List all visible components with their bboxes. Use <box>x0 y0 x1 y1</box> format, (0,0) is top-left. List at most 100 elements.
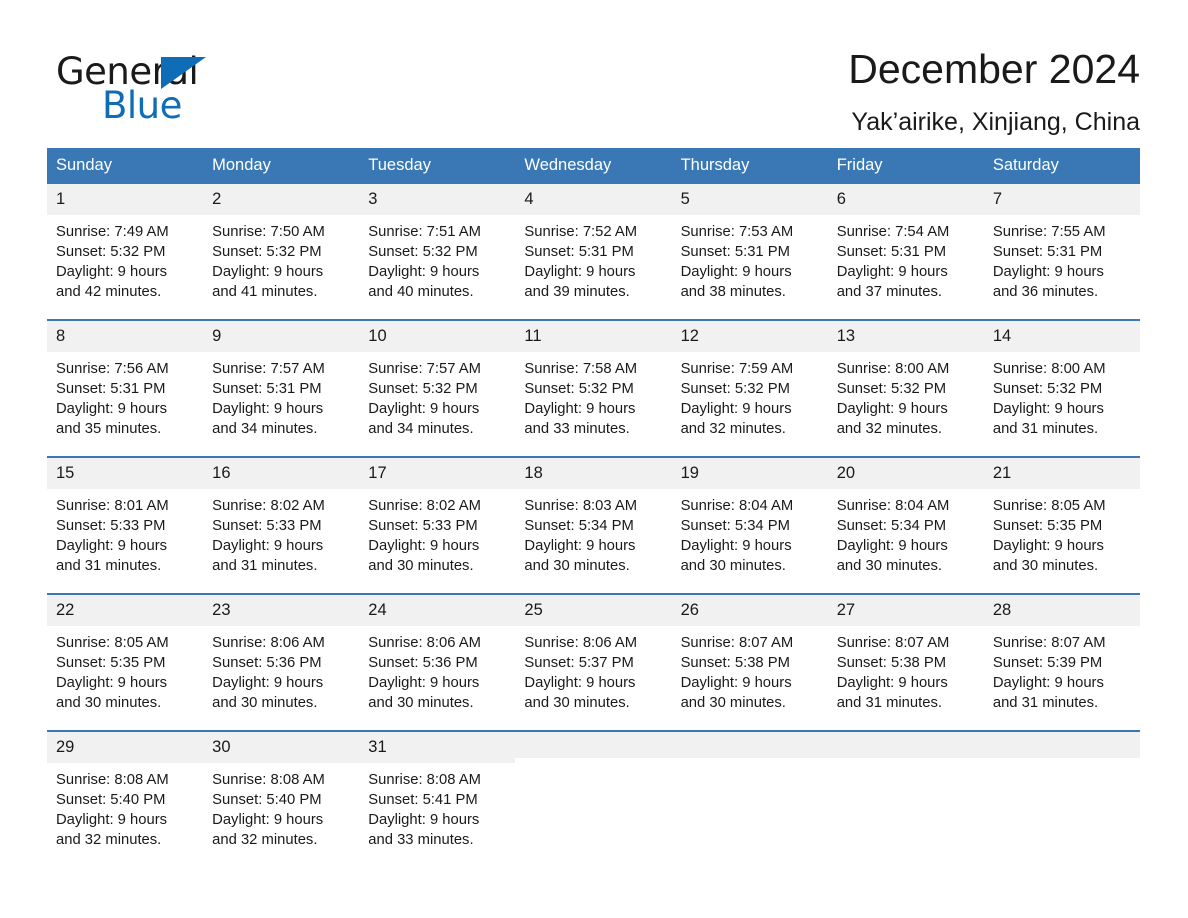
calendar-body: 1 Sunrise: 7:49 AM Sunset: 5:32 PM Daylight… <box>47 184 1140 850</box>
week-spacer-cell <box>983 713 1140 731</box>
sunrise-time: Sunrise: 7:56 AM <box>56 361 169 377</box>
calendar-page: General Blue December 2024 Yak’airike, X… <box>0 0 1188 918</box>
sunrise-time: Sunrise: 7:49 AM <box>56 224 169 240</box>
sunset-time: Sunset: 5:32 PM <box>836 381 947 397</box>
day-details: Sunrise: 8:07 AM Sunset: 5:38 PM Daylight:… <box>828 626 984 713</box>
week-spacer-cell <box>827 302 984 320</box>
calendar-day-cell[interactable]: 10 Sunrise: 7:57 AM Sunset: 5:32 PM Dayligh… <box>359 319 516 439</box>
sunrise-time: Sunrise: 8:03 AM <box>524 498 638 514</box>
daylight-duration-line1: Daylight: 9 hours <box>680 675 792 691</box>
daylight-duration-line2: and 38 minutes. <box>680 284 786 300</box>
day-number: 5 <box>671 184 828 215</box>
calendar-day-cell[interactable]: 19 Sunrise: 8:04 AM Sunset: 5:34 PM Dayligh… <box>671 456 828 576</box>
calendar-day-cell[interactable]: 2 Sunrise: 7:50 AM Sunset: 5:32 PM Daylight… <box>203 184 360 302</box>
daylight-duration-line1: Daylight: 9 hours <box>368 401 480 417</box>
week-spacer-cell <box>47 302 204 320</box>
daylight-duration-line1: Daylight: 9 hours <box>992 264 1104 280</box>
calendar-day-cell[interactable]: 29 Sunrise: 8:08 AM Sunset: 5:40 PM Dayligh… <box>47 730 204 850</box>
daylight-duration-line1: Daylight: 9 hours <box>368 675 480 691</box>
sunrise-time: Sunrise: 7:55 AM <box>992 224 1106 240</box>
day-number: 4 <box>515 184 672 215</box>
day-number: 8 <box>47 321 204 352</box>
calendar-day-cell[interactable]: 28 Sunrise: 8:07 AM Sunset: 5:39 PM Dayligh… <box>983 593 1140 713</box>
day-details: Sunrise: 8:08 AM Sunset: 5:40 PM Daylight:… <box>203 763 359 850</box>
page-title: December 2024 <box>848 46 1140 92</box>
daylight-duration-line1: Daylight: 9 hours <box>368 538 480 554</box>
calendar-day-cell[interactable]: 4 Sunrise: 7:52 AM Sunset: 5:31 PM Daylight… <box>515 184 672 302</box>
sunrise-time: Sunrise: 8:02 AM <box>212 498 325 514</box>
daylight-duration-line1: Daylight: 9 hours <box>368 264 480 280</box>
week-spacer-cell <box>671 439 828 457</box>
calendar-day-cell[interactable]: 15 Sunrise: 8:01 AM Sunset: 5:33 PM Dayligh… <box>47 456 204 576</box>
day-details: Sunrise: 8:08 AM Sunset: 5:40 PM Daylight:… <box>47 763 203 850</box>
calendar-day-cell[interactable]: 22 Sunrise: 8:05 AM Sunset: 5:35 PM Dayligh… <box>47 593 204 713</box>
sunrise-time: Sunrise: 7:58 AM <box>524 361 638 377</box>
daylight-duration-line1: Daylight: 9 hours <box>836 538 948 554</box>
sunrise-time: Sunrise: 8:07 AM <box>992 635 1106 651</box>
sunset-time: Sunset: 5:31 PM <box>836 244 947 260</box>
calendar-day-cell[interactable]: 21 Sunrise: 8:05 AM Sunset: 5:35 PM Dayligh… <box>983 456 1140 576</box>
week-spacer-cell <box>671 713 828 731</box>
daylight-duration-line1: Daylight: 9 hours <box>680 401 792 417</box>
daylight-duration-line1: Daylight: 9 hours <box>992 401 1104 417</box>
daylight-duration-line1: Daylight: 9 hours <box>212 401 324 417</box>
daylight-duration-line1: Daylight: 9 hours <box>992 538 1104 554</box>
calendar-day-cell[interactable]: 13 Sunrise: 8:00 AM Sunset: 5:32 PM Dayligh… <box>827 319 984 439</box>
sunrise-time: Sunrise: 7:54 AM <box>836 224 950 240</box>
daylight-duration-line1: Daylight: 9 hours <box>992 675 1104 691</box>
calendar-day-cell[interactable]: 1 Sunrise: 7:49 AM Sunset: 5:32 PM Daylight… <box>47 184 204 302</box>
week-spacer-cell <box>203 576 360 594</box>
day-number: 21 <box>983 458 1140 489</box>
sunrise-time: Sunrise: 8:01 AM <box>56 498 169 514</box>
calendar-day-cell[interactable]: 26 Sunrise: 8:07 AM Sunset: 5:38 PM Dayligh… <box>671 593 828 713</box>
calendar-day-cell[interactable]: 20 Sunrise: 8:04 AM Sunset: 5:34 PM Dayligh… <box>827 456 984 576</box>
week-spacer-row <box>47 439 1140 457</box>
calendar-day-cell[interactable]: 17 Sunrise: 8:02 AM Sunset: 5:33 PM Dayligh… <box>359 456 516 576</box>
calendar-day-cell[interactable]: 7 Sunrise: 7:55 AM Sunset: 5:31 PM Daylight… <box>983 184 1140 302</box>
daylight-duration-line1: Daylight: 9 hours <box>56 538 168 554</box>
sunset-time: Sunset: 5:33 PM <box>368 518 478 534</box>
day-number: 27 <box>827 595 984 626</box>
sunset-time: Sunset: 5:31 PM <box>524 244 634 260</box>
day-details: Sunrise: 8:08 AM Sunset: 5:41 PM Daylight:… <box>359 763 515 850</box>
sunrise-time: Sunrise: 8:08 AM <box>212 772 325 788</box>
calendar-day-cell[interactable]: 11 Sunrise: 7:58 AM Sunset: 5:32 PM Dayligh… <box>515 319 672 439</box>
calendar-day-cell[interactable]: 18 Sunrise: 8:03 AM Sunset: 5:34 PM Dayligh… <box>515 456 672 576</box>
daylight-duration-line2: and 34 minutes. <box>368 421 474 437</box>
calendar-day-cell[interactable]: 3 Sunrise: 7:51 AM Sunset: 5:32 PM Daylight… <box>359 184 516 302</box>
calendar-week-row: 8 Sunrise: 7:56 AM Sunset: 5:31 PM Daylight… <box>47 319 1140 439</box>
calendar-day-cell[interactable]: 24 Sunrise: 8:06 AM Sunset: 5:36 PM Dayligh… <box>359 593 516 713</box>
daylight-duration-line1: Daylight: 9 hours <box>524 675 636 691</box>
sunset-time: Sunset: 5:39 PM <box>992 655 1103 671</box>
calendar-day-cell[interactable]: 16 Sunrise: 8:02 AM Sunset: 5:33 PM Dayligh… <box>203 456 360 576</box>
sunset-time: Sunset: 5:37 PM <box>524 655 634 671</box>
sunset-time: Sunset: 5:34 PM <box>836 518 947 534</box>
calendar-day-cell[interactable]: 30 Sunrise: 8:08 AM Sunset: 5:40 PM Dayligh… <box>203 730 360 850</box>
sunset-time: Sunset: 5:40 PM <box>56 792 166 808</box>
sunrise-time: Sunrise: 8:04 AM <box>680 498 794 514</box>
day-details: Sunrise: 8:06 AM Sunset: 5:36 PM Daylight:… <box>203 626 359 713</box>
generalblue-logo[interactable]: General Blue <box>56 44 256 126</box>
calendar-day-cell[interactable]: 14 Sunrise: 8:00 AM Sunset: 5:32 PM Dayligh… <box>983 319 1140 439</box>
calendar-day-cell[interactable]: 27 Sunrise: 8:07 AM Sunset: 5:38 PM Dayligh… <box>827 593 984 713</box>
calendar-day-cell[interactable]: 8 Sunrise: 7:56 AM Sunset: 5:31 PM Daylight… <box>47 319 204 439</box>
daylight-duration-line2: and 30 minutes. <box>524 695 630 711</box>
day-number: 7 <box>983 184 1140 215</box>
calendar-header-row: Sunday Monday Tuesday Wednesday Thursday… <box>47 148 1140 184</box>
calendar-day-cell[interactable]: 12 Sunrise: 7:59 AM Sunset: 5:32 PM Dayligh… <box>671 319 828 439</box>
day-number: 15 <box>47 458 204 489</box>
day-number: 29 <box>47 732 204 763</box>
calendar-day-cell[interactable]: 9 Sunrise: 7:57 AM Sunset: 5:31 PM Daylight… <box>203 319 360 439</box>
calendar-day-cell[interactable]: 25 Sunrise: 8:06 AM Sunset: 5:37 PM Dayligh… <box>515 593 672 713</box>
calendar-day-cell[interactable]: 6 Sunrise: 7:54 AM Sunset: 5:31 PM Daylight… <box>827 184 984 302</box>
daylight-duration-line2: and 31 minutes. <box>992 695 1099 711</box>
calendar-day-cell[interactable]: 31 Sunrise: 8:08 AM Sunset: 5:41 PM Dayligh… <box>359 730 516 850</box>
day-details: Sunrise: 8:02 AM Sunset: 5:33 PM Daylight:… <box>359 489 515 576</box>
daylight-duration-line1: Daylight: 9 hours <box>680 538 792 554</box>
calendar-day-cell[interactable]: 5 Sunrise: 7:53 AM Sunset: 5:31 PM Daylight… <box>671 184 828 302</box>
day-number: 31 <box>359 732 516 763</box>
day-number: 23 <box>203 595 360 626</box>
daylight-duration-line2: and 30 minutes. <box>56 695 162 711</box>
weekday-header-thursday: Thursday <box>671 148 828 184</box>
calendar-day-cell[interactable]: 23 Sunrise: 8:06 AM Sunset: 5:36 PM Dayligh… <box>203 593 360 713</box>
